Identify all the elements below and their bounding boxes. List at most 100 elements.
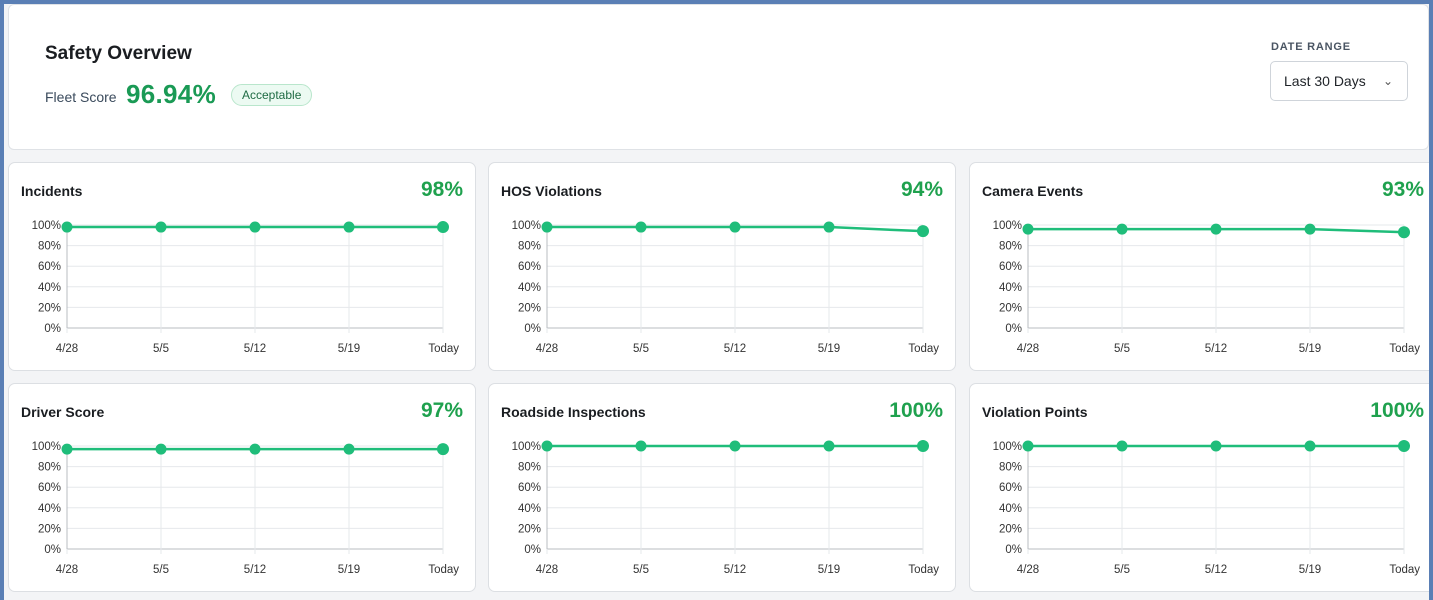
y-tick-label: 0% bbox=[44, 544, 61, 556]
y-tick-label: 100% bbox=[32, 220, 61, 232]
metric-card[interactable]: Driver Score 97% 100% 80% 60% 40% 20% 0% 4/28 5/5… bbox=[8, 383, 476, 592]
data-point[interactable] bbox=[541, 221, 553, 233]
metric-card[interactable]: Incidents 98% 100% 80% 60% 40% 20% 0% 4/28 5/5 5/1… bbox=[8, 162, 476, 371]
x-tick-label: Today bbox=[1389, 343, 1420, 355]
data-point[interactable] bbox=[917, 440, 929, 452]
status-badge: Acceptable bbox=[231, 84, 313, 106]
data-point[interactable] bbox=[1116, 440, 1128, 452]
data-point[interactable] bbox=[1398, 440, 1410, 452]
y-tick-label: 60% bbox=[518, 482, 541, 494]
y-tick-label: 100% bbox=[993, 441, 1022, 453]
data-point[interactable] bbox=[1304, 440, 1316, 452]
data-point[interactable] bbox=[155, 221, 167, 233]
y-tick-label: 0% bbox=[524, 323, 541, 335]
x-tick-label: 5/12 bbox=[724, 564, 746, 576]
y-tick-label: 80% bbox=[999, 241, 1022, 253]
data-point[interactable] bbox=[437, 221, 449, 234]
y-tick-label: 40% bbox=[518, 282, 541, 294]
x-tick-label: 5/19 bbox=[818, 343, 840, 355]
metric-card[interactable]: Roadside Inspections 100% 100% 80% 60% 40% 20%… bbox=[488, 383, 956, 592]
x-tick-label: 4/28 bbox=[56, 343, 78, 355]
data-point[interactable] bbox=[1210, 223, 1222, 235]
y-tick-label: 0% bbox=[44, 323, 61, 335]
data-point[interactable] bbox=[635, 440, 647, 452]
overview-header: Safety Overview Fleet Score 96.94% Accep… bbox=[8, 4, 1429, 150]
x-tick-label: Today bbox=[1389, 564, 1420, 576]
data-point[interactable] bbox=[1116, 223, 1128, 235]
x-tick-label: 5/5 bbox=[633, 343, 649, 355]
x-tick-label: 5/12 bbox=[1205, 564, 1227, 576]
x-tick-label: 4/28 bbox=[536, 564, 558, 576]
y-tick-label: 20% bbox=[38, 302, 61, 314]
fleet-score-value: 96.94% bbox=[126, 79, 216, 109]
line-chart: 100% 80% 60% 40% 20% 0% 4/28 5/5 5/12 5/19 Today bbox=[993, 220, 1421, 355]
data-point[interactable] bbox=[729, 440, 741, 452]
y-tick-label: 60% bbox=[999, 261, 1022, 273]
data-point[interactable] bbox=[823, 440, 835, 452]
data-point[interactable] bbox=[541, 440, 553, 452]
y-tick-label: 80% bbox=[38, 241, 61, 253]
data-point[interactable] bbox=[343, 221, 355, 233]
x-tick-label: Today bbox=[908, 564, 939, 576]
data-point[interactable] bbox=[249, 443, 261, 455]
y-tick-label: 0% bbox=[1005, 544, 1022, 556]
data-point[interactable] bbox=[729, 221, 741, 233]
date-range-label: DATE RANGE bbox=[1271, 41, 1351, 53]
safety-overview-page: Safety Overview Fleet Score 96.94% Accep… bbox=[4, 4, 1429, 600]
y-tick-label: 20% bbox=[999, 523, 1022, 535]
data-point[interactable] bbox=[61, 221, 73, 233]
date-range-select[interactable]: Last 30 Days ⌄ bbox=[1270, 61, 1408, 101]
metric-card[interactable]: Camera Events 93% 100% 80% 60% 40% 20% 0% 4/28 5/… bbox=[969, 162, 1429, 371]
y-tick-label: 40% bbox=[999, 282, 1022, 294]
x-tick-label: 5/12 bbox=[724, 343, 746, 355]
data-point[interactable] bbox=[1398, 226, 1410, 239]
data-point[interactable] bbox=[635, 221, 647, 233]
x-tick-label: 5/5 bbox=[1114, 564, 1130, 576]
chevron-down-icon: ⌄ bbox=[1382, 74, 1393, 88]
x-tick-label: Today bbox=[908, 343, 939, 355]
x-tick-label: 4/28 bbox=[1017, 343, 1039, 355]
data-point[interactable] bbox=[917, 225, 929, 238]
x-tick-label: 5/12 bbox=[244, 343, 266, 355]
data-point[interactable] bbox=[1022, 440, 1034, 452]
page-title: Safety Overview bbox=[45, 43, 192, 64]
fleet-score-label: Fleet Score bbox=[45, 89, 117, 105]
data-point[interactable] bbox=[1210, 440, 1222, 452]
x-tick-label: Today bbox=[428, 343, 459, 355]
line-chart: 100% 80% 60% 40% 20% 0% 4/28 5/5 5/12 5/19 Today bbox=[512, 440, 939, 576]
x-tick-label: 5/12 bbox=[1205, 343, 1227, 355]
date-range-value: Last 30 Days bbox=[1284, 73, 1366, 89]
y-tick-label: 40% bbox=[999, 503, 1022, 515]
data-point[interactable] bbox=[155, 443, 167, 455]
y-tick-label: 40% bbox=[518, 503, 541, 515]
x-tick-label: 5/19 bbox=[1299, 564, 1321, 576]
metric-card[interactable]: HOS Violations 94% 100% 80% 60% 40% 20% 0% 4/28 5… bbox=[488, 162, 956, 371]
data-point[interactable] bbox=[249, 221, 261, 233]
y-tick-label: 20% bbox=[38, 523, 61, 535]
y-tick-label: 80% bbox=[38, 462, 61, 474]
y-tick-label: 80% bbox=[518, 462, 541, 474]
y-tick-label: 60% bbox=[518, 261, 541, 273]
data-point[interactable] bbox=[1304, 223, 1316, 235]
x-tick-label: 5/19 bbox=[338, 343, 360, 355]
line-chart: 100% 80% 60% 40% 20% 0% 4/28 5/5 5/12 5/19 Today bbox=[32, 220, 460, 355]
x-tick-label: 5/5 bbox=[1114, 343, 1130, 355]
data-point[interactable] bbox=[437, 443, 449, 456]
y-tick-label: 60% bbox=[38, 482, 61, 494]
y-tick-label: 100% bbox=[512, 220, 541, 232]
y-tick-label: 60% bbox=[38, 261, 61, 273]
y-tick-label: 20% bbox=[518, 523, 541, 535]
y-tick-label: 80% bbox=[518, 241, 541, 253]
metric-card[interactable]: Violation Points 100% 100% 80% 60% 40% 20% 0% 4/… bbox=[969, 383, 1429, 592]
line-chart: 100% 80% 60% 40% 20% 0% 4/28 5/5 5/12 5/19 Today bbox=[32, 441, 460, 576]
data-point[interactable] bbox=[61, 443, 73, 455]
x-tick-label: 5/5 bbox=[153, 343, 169, 355]
data-point[interactable] bbox=[1022, 223, 1034, 235]
data-point[interactable] bbox=[823, 221, 835, 233]
x-tick-label: 5/5 bbox=[153, 564, 169, 576]
x-tick-label: 5/19 bbox=[1299, 343, 1321, 355]
data-point[interactable] bbox=[343, 443, 355, 455]
y-tick-label: 100% bbox=[32, 441, 61, 453]
y-tick-label: 60% bbox=[999, 482, 1022, 494]
line-chart: 100% 80% 60% 40% 20% 0% 4/28 5/5 5/12 5/19 Today bbox=[993, 440, 1420, 576]
